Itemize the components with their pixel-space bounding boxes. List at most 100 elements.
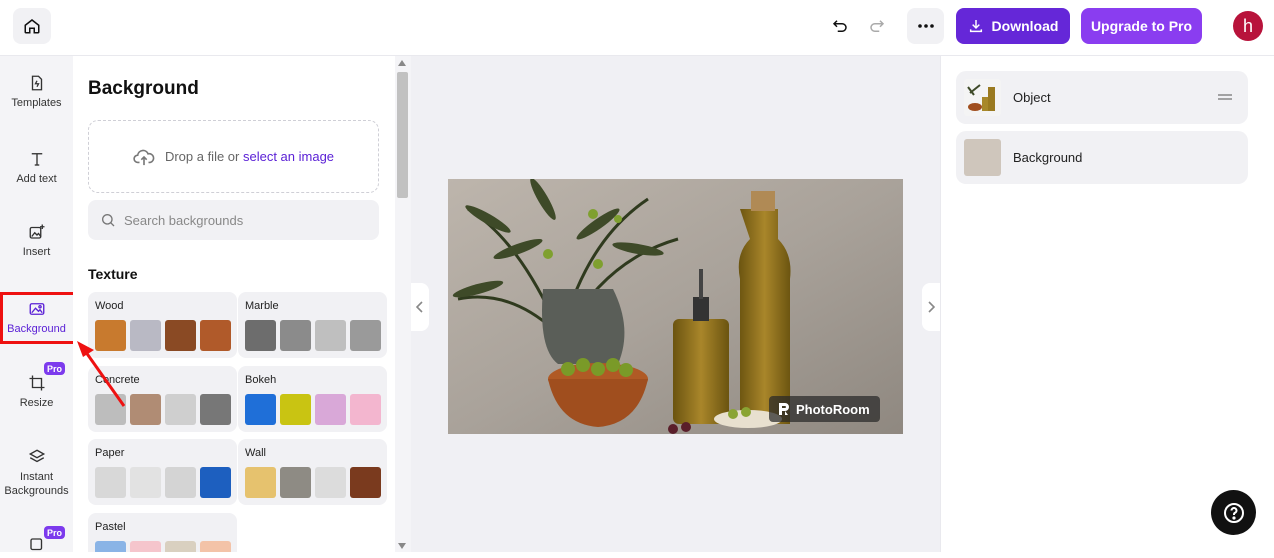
top-bar: Download Upgrade to Pro h [0, 0, 1274, 56]
texture-swatch[interactable] [350, 467, 381, 498]
home-button[interactable] [13, 8, 51, 44]
texture-swatch[interactable] [315, 467, 346, 498]
texture-card-label: Wall [245, 447, 266, 459]
texture-swatch[interactable] [130, 541, 161, 552]
texture-swatch[interactable] [130, 467, 161, 498]
drag-handle-icon[interactable] [1218, 92, 1232, 102]
redo-button[interactable] [866, 15, 888, 37]
layer-item-object[interactable]: Object [956, 71, 1248, 124]
rail-label: Add text [16, 173, 57, 185]
rail-item-insert[interactable]: Insert [0, 223, 73, 259]
texture-heading: Texture [88, 266, 138, 282]
texture-swatch[interactable] [95, 541, 126, 552]
texture-swatch[interactable] [200, 394, 231, 425]
texture-swatch[interactable] [245, 467, 276, 498]
highlight-box [0, 292, 76, 344]
texture-swatch[interactable] [200, 541, 231, 552]
annotation-arrow [77, 341, 126, 407]
crop-icon [29, 375, 44, 391]
search-input[interactable]: Search backgrounds [124, 213, 243, 228]
layer-thumbnail [964, 79, 1001, 116]
layer-name: Background [1013, 150, 1083, 165]
undo-icon [832, 20, 847, 32]
download-label: Download [991, 18, 1059, 34]
insert-image-icon [29, 224, 44, 239]
texture-swatch[interactable] [165, 467, 196, 498]
search-backgrounds[interactable]: Search backgrounds [88, 200, 379, 240]
upgrade-button[interactable]: Upgrade to Pro [1081, 8, 1202, 44]
undo-button[interactable] [829, 15, 851, 37]
texture-swatch[interactable] [280, 467, 311, 498]
rail-label: Instant Backgrounds [4, 471, 69, 497]
scrollbar-thumb[interactable] [397, 72, 408, 198]
drop-text: Drop a file or select an image [165, 149, 334, 164]
texture-swatch[interactable] [280, 394, 311, 425]
layer-name: Object [1013, 90, 1051, 105]
texture-card-pastel[interactable]: Pastel [88, 513, 237, 552]
collapse-left-button[interactable] [411, 283, 429, 331]
texture-swatch[interactable] [130, 320, 161, 351]
photoroom-watermark: PhotoRoom [769, 396, 880, 422]
texture-swatch[interactable] [245, 394, 276, 425]
layer-thumbnail [964, 139, 1001, 176]
more-dots-icon [917, 24, 934, 28]
rail-item-more[interactable] [0, 536, 73, 558]
texture-card-label: Bokeh [245, 374, 277, 386]
texture-swatch[interactable] [165, 394, 196, 425]
rail-item-resize[interactable]: Resize [0, 374, 73, 410]
text-icon [31, 153, 42, 166]
texture-swatch[interactable] [165, 541, 196, 552]
texture-card-label: Pastel [95, 521, 126, 533]
rail-label: Insert [22, 246, 51, 258]
texture-card-paper[interactable]: Paper [88, 439, 237, 505]
texture-swatch[interactable] [350, 320, 381, 351]
texture-swatch[interactable] [315, 320, 346, 351]
texture-swatch[interactable] [200, 320, 231, 351]
chevron-left-icon [416, 301, 423, 313]
texture-swatch[interactable] [200, 467, 231, 498]
upload-cloud-icon [133, 149, 155, 165]
layer-item-background[interactable]: Background [956, 131, 1248, 184]
chevron-right-icon [928, 301, 935, 313]
scroll-up-arrow[interactable] [398, 60, 406, 66]
home-icon [24, 19, 40, 34]
texture-swatch[interactable] [130, 394, 161, 425]
collapse-right-button[interactable] [922, 283, 940, 331]
rail-item-templates[interactable]: Templates [0, 74, 73, 110]
texture-card-bokeh[interactable]: Bokeh [238, 366, 387, 432]
select-image-link[interactable]: select an image [243, 149, 334, 164]
redo-icon [870, 20, 885, 32]
file-drop-zone[interactable]: Drop a file or select an image [88, 120, 379, 193]
rail-item-instant-backgrounds[interactable]: Instant Backgrounds [0, 448, 73, 498]
pro-badge: Pro [44, 362, 65, 375]
texture-swatch[interactable] [280, 320, 311, 351]
texture-card-label: Wood [95, 300, 124, 312]
search-icon [102, 214, 115, 227]
texture-card-marble[interactable]: Marble [238, 292, 387, 358]
texture-swatch[interactable] [245, 320, 276, 351]
pro-badge: Pro [44, 526, 65, 539]
download-icon [969, 20, 982, 33]
texture-swatch[interactable] [95, 467, 126, 498]
photoroom-logo-icon [779, 403, 789, 415]
help-button[interactable] [1211, 490, 1256, 535]
templates-icon [31, 75, 42, 91]
more-options-button[interactable] [907, 8, 944, 44]
texture-swatch[interactable] [315, 394, 346, 425]
rail-item-add-text[interactable]: Add text [0, 150, 73, 186]
download-button[interactable]: Download [956, 8, 1070, 44]
scroll-down-arrow[interactable] [398, 543, 406, 549]
panel-title: Background [88, 78, 199, 99]
drop-prompt: Drop a file or [164, 149, 243, 164]
upgrade-label: Upgrade to Pro [1090, 18, 1193, 34]
texture-card-label: Paper [95, 447, 125, 459]
texture-swatch[interactable] [165, 320, 196, 351]
texture-swatch[interactable] [350, 394, 381, 425]
texture-card-wall[interactable]: Wall [238, 439, 387, 505]
right-scrollbar[interactable] [1266, 56, 1274, 552]
avatar[interactable]: h [1233, 11, 1263, 41]
rail-label: Resize [19, 397, 54, 409]
avatar-initial: h [1242, 15, 1253, 36]
watermark-text: PhotoRoom [796, 401, 870, 417]
texture-card-label: Marble [245, 300, 279, 312]
